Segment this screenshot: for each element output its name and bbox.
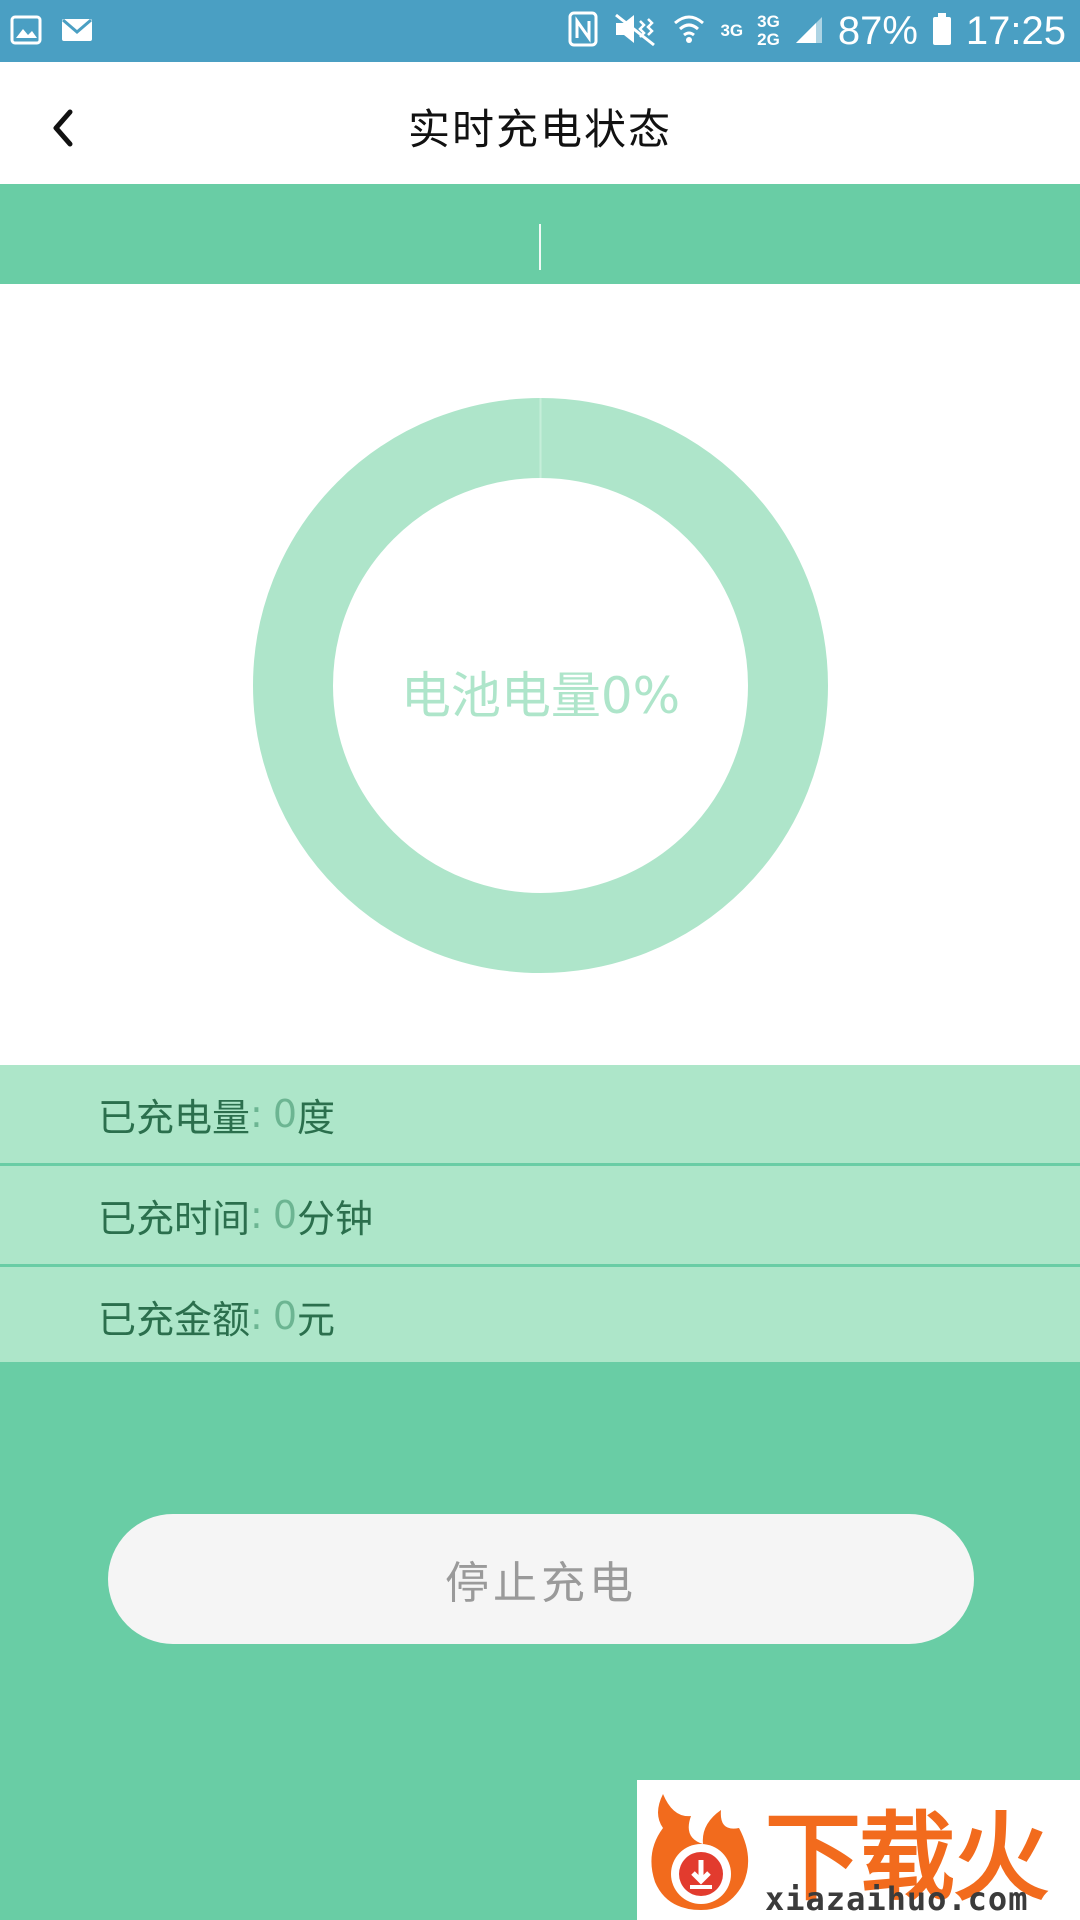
strip-divider xyxy=(539,224,541,270)
page-title: 实时充电状态 xyxy=(407,105,672,154)
info-row-energy: 已充电量 : 0 度 xyxy=(0,1065,1080,1166)
battery-gauge: 电池电量0% xyxy=(253,398,828,973)
gallery-icon xyxy=(10,14,42,50)
amount-unit: 元 xyxy=(297,1297,336,1342)
wifi-icon xyxy=(672,11,706,51)
stop-charging-button[interactable]: 停止充电 xyxy=(108,1514,974,1644)
nfc-icon xyxy=(568,11,598,51)
network-type-3g-2g: 3G 2G xyxy=(757,12,780,49)
energy-label: 已充电量 xyxy=(98,1095,251,1140)
clock-time: 17:25 xyxy=(965,9,1066,53)
watermark-url: xiazaihuo.com xyxy=(765,1880,1029,1918)
battery-percent: 87% xyxy=(837,9,918,53)
title-bar: 实时充电状态 xyxy=(0,62,1080,184)
time-colon: : xyxy=(250,1193,263,1237)
header-strip xyxy=(0,184,1080,284)
info-row-time: 已充时间 : 0 分钟 xyxy=(0,1166,1080,1267)
mute-vibrate-icon xyxy=(612,11,658,51)
network-type-3g: 3G xyxy=(720,21,744,40)
charging-info-list: 已充电量 : 0 度 已充时间 : 0 分钟 已充金额 : 0 元 xyxy=(0,1065,1080,1365)
energy-colon: : xyxy=(250,1092,263,1136)
watermark-logo: 下载火 xiazaihuo.com xyxy=(637,1780,1080,1920)
battery-level-label: 电池电量0% xyxy=(400,667,681,725)
amount-colon: : xyxy=(250,1294,263,1338)
energy-value: 0 xyxy=(272,1092,298,1136)
time-value: 0 xyxy=(272,1193,298,1237)
mail-icon xyxy=(60,14,94,50)
status-bar: 3G 3G 2G 87% 17:25 xyxy=(0,0,1080,62)
info-row-amount: 已充金额 : 0 元 xyxy=(0,1267,1080,1365)
amount-label: 已充金额 xyxy=(98,1297,251,1342)
battery-icon xyxy=(932,12,952,50)
energy-unit: 度 xyxy=(297,1095,336,1140)
amount-value: 0 xyxy=(272,1294,298,1338)
time-label: 已充时间 xyxy=(98,1196,251,1241)
flame-logo-icon xyxy=(643,1788,761,1918)
time-unit: 分钟 xyxy=(297,1196,374,1241)
signal-icon xyxy=(794,13,824,49)
